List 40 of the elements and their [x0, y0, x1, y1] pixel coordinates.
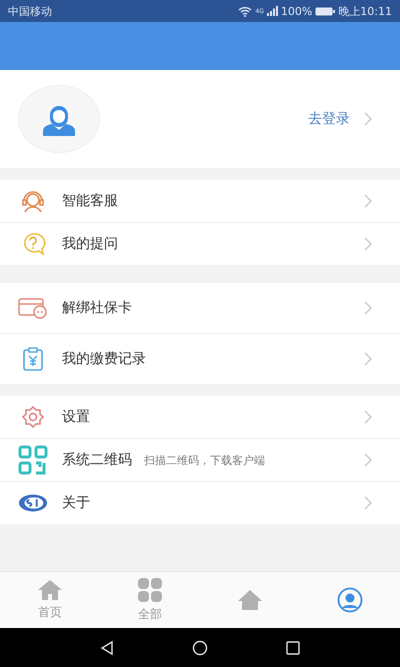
- menu-label: 智能客服: [62, 192, 118, 210]
- menu-item[interactable]: 我的缴费记录: [0, 334, 400, 384]
- menu-label: 系统二维码: [62, 451, 132, 469]
- wifi-icon: [238, 6, 252, 16]
- menu-item[interactable]: 我的提问: [0, 223, 400, 265]
- chevron-icon: [364, 496, 372, 510]
- person-icon: [337, 587, 363, 613]
- menu-item[interactable]: 设置: [0, 396, 400, 439]
- menu-item[interactable]: 智能客服: [0, 180, 400, 223]
- menu-note: 扫描二维码，下载客户端: [144, 452, 265, 468]
- menu-label: 解绑社保卡: [62, 299, 132, 317]
- menu-item[interactable]: 系统二维码 扫描二维码，下载客户端: [0, 439, 400, 482]
- menu-label: 设置: [62, 408, 90, 426]
- qr-code-icon: [18, 445, 48, 475]
- logo-icon: [18, 493, 48, 513]
- recents-icon[interactable]: [285, 640, 302, 656]
- chevron-icon: [364, 194, 372, 208]
- chevron-icon: [364, 410, 372, 424]
- menu-label: 关于: [62, 494, 90, 512]
- chevron-icon: [364, 352, 372, 366]
- menu-item[interactable]: 解绑社保卡: [0, 283, 400, 334]
- chevron-icon: [364, 237, 372, 251]
- chevron-icon: [364, 301, 372, 315]
- grid-icon: [137, 577, 163, 603]
- menu-item[interactable]: 关于: [0, 482, 400, 524]
- menu-label: 我的缴费记录: [62, 350, 146, 368]
- back-icon[interactable]: [98, 640, 115, 656]
- carrier-name: 中国移动: [8, 4, 52, 18]
- signal-icon: [266, 6, 278, 16]
- card-icon: [18, 297, 48, 319]
- home-button-icon[interactable]: [192, 640, 208, 656]
- menu-label: 我的提问: [62, 235, 118, 253]
- chevron-icon: [364, 112, 372, 126]
- login-link[interactable]: 去登录: [308, 110, 350, 128]
- battery-icon: [315, 6, 336, 16]
- chevron-icon: [364, 453, 372, 467]
- clock: 晚上10:11: [338, 4, 392, 18]
- home-icon: [37, 579, 63, 601]
- house-icon: [237, 589, 263, 611]
- battery-percent: 100%: [280, 4, 312, 18]
